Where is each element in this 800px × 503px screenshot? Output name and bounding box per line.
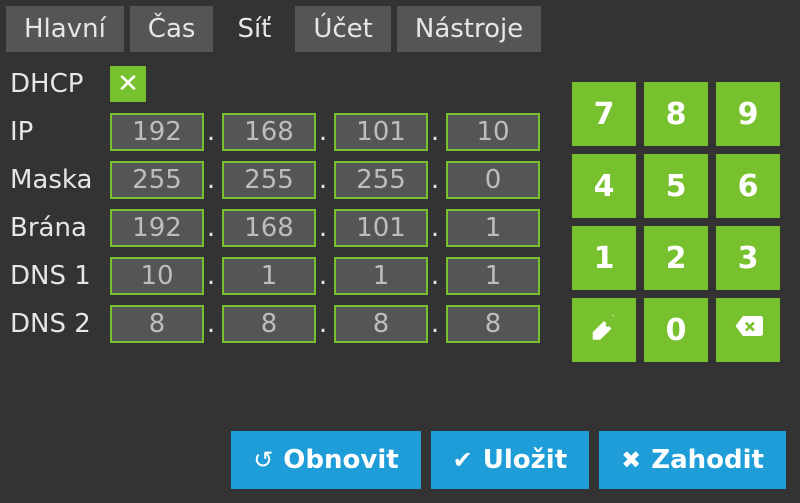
dot: . (318, 261, 328, 291)
dns2-octet-2[interactable]: 8 (222, 305, 316, 343)
gateway-group: 192 . 168 . 101 . 1 (104, 209, 540, 247)
ip-group: 192 . 168 . 101 . 10 (104, 113, 540, 151)
dns1-octet-3[interactable]: 1 (334, 257, 428, 295)
ip-octet-2[interactable]: 168 (222, 113, 316, 151)
label-gateway: Brána (8, 213, 104, 243)
close-icon: ✖ (621, 446, 641, 474)
key-backspace[interactable] (716, 298, 780, 362)
row-mask: Maska 255 . 255 . 255 . 0 (8, 156, 568, 204)
dhcp-checkbox[interactable]: ✕ (110, 66, 146, 102)
row-ip: IP 192 . 168 . 101 . 10 (8, 108, 568, 156)
mask-octet-3[interactable]: 255 (334, 161, 428, 199)
dns2-group: 8 . 8 . 8 . 8 (104, 305, 540, 343)
numeric-keypad: 7 8 9 4 5 6 1 2 3 0 (572, 82, 786, 362)
close-icon: ✕ (117, 69, 139, 99)
dot: . (430, 261, 440, 291)
mask-octet-4[interactable]: 0 (446, 161, 540, 199)
action-bar: ↺ Obnovit ✔ Uložit ✖ Zahodit (0, 431, 800, 489)
key-4[interactable]: 4 (572, 154, 636, 218)
dot: . (206, 309, 216, 339)
dot: . (206, 261, 216, 291)
key-2[interactable]: 2 (644, 226, 708, 290)
key-6[interactable]: 6 (716, 154, 780, 218)
key-9[interactable]: 9 (716, 82, 780, 146)
row-dns2: DNS 2 8 . 8 . 8 . 8 (8, 300, 568, 348)
row-dns1: DNS 1 10 . 1 . 1 . 1 (8, 252, 568, 300)
dns2-octet-3[interactable]: 8 (334, 305, 428, 343)
save-button[interactable]: ✔ Uložit (431, 431, 589, 489)
dot: . (206, 117, 216, 147)
tab-bar: Hlavní Čas Síť Účet Nástroje (0, 0, 800, 52)
key-3[interactable]: 3 (716, 226, 780, 290)
dot: . (430, 309, 440, 339)
dot: . (318, 165, 328, 195)
dns1-octet-2[interactable]: 1 (222, 257, 316, 295)
row-dhcp: DHCP ✕ (8, 60, 568, 108)
dns2-octet-1[interactable]: 8 (110, 305, 204, 343)
tab-main[interactable]: Hlavní (6, 6, 124, 52)
dns1-octet-4[interactable]: 1 (446, 257, 540, 295)
key-8[interactable]: 8 (644, 82, 708, 146)
dns2-octet-4[interactable]: 8 (446, 305, 540, 343)
dot: . (318, 309, 328, 339)
tab-time[interactable]: Čas (130, 6, 214, 52)
ip-octet-1[interactable]: 192 (110, 113, 204, 151)
gw-octet-2[interactable]: 168 (222, 209, 316, 247)
key-1[interactable]: 1 (572, 226, 636, 290)
save-label: Uložit (483, 445, 567, 475)
key-7[interactable]: 7 (572, 82, 636, 146)
dot: . (318, 213, 328, 243)
key-clear[interactable] (572, 298, 636, 362)
dot: . (430, 117, 440, 147)
dns1-group: 10 . 1 . 1 . 1 (104, 257, 540, 295)
gw-octet-1[interactable]: 192 (110, 209, 204, 247)
dot: . (206, 213, 216, 243)
label-mask: Maska (8, 165, 104, 195)
gw-octet-3[interactable]: 101 (334, 209, 428, 247)
row-gateway: Brána 192 . 168 . 101 . 1 (8, 204, 568, 252)
undo-icon: ↺ (253, 446, 273, 474)
discard-button[interactable]: ✖ Zahodit (599, 431, 786, 489)
dot: . (430, 165, 440, 195)
tab-account[interactable]: Účet (295, 6, 391, 52)
label-dns1: DNS 1 (8, 261, 104, 291)
network-form: DHCP ✕ IP 192 . 168 . 101 . 10 Maska 255… (8, 60, 568, 348)
tab-network[interactable]: Síť (219, 6, 289, 52)
refresh-label: Obnovit (283, 445, 398, 475)
gw-octet-4[interactable]: 1 (446, 209, 540, 247)
tab-tools[interactable]: Nástroje (397, 6, 541, 52)
mask-octet-1[interactable]: 255 (110, 161, 204, 199)
mask-group: 255 . 255 . 255 . 0 (104, 161, 540, 199)
dns1-octet-1[interactable]: 10 (110, 257, 204, 295)
mask-octet-2[interactable]: 255 (222, 161, 316, 199)
dot: . (430, 213, 440, 243)
key-5[interactable]: 5 (644, 154, 708, 218)
dot: . (206, 165, 216, 195)
ip-octet-4[interactable]: 10 (446, 113, 540, 151)
refresh-button[interactable]: ↺ Obnovit (231, 431, 420, 489)
label-ip: IP (8, 117, 104, 147)
dot: . (318, 117, 328, 147)
backspace-icon (733, 311, 763, 349)
check-icon: ✔ (453, 446, 473, 474)
label-dhcp: DHCP (8, 69, 104, 99)
label-dns2: DNS 2 (8, 309, 104, 339)
key-0[interactable]: 0 (644, 298, 708, 362)
discard-label: Zahodit (651, 445, 764, 475)
broom-icon (589, 311, 619, 349)
ip-octet-3[interactable]: 101 (334, 113, 428, 151)
